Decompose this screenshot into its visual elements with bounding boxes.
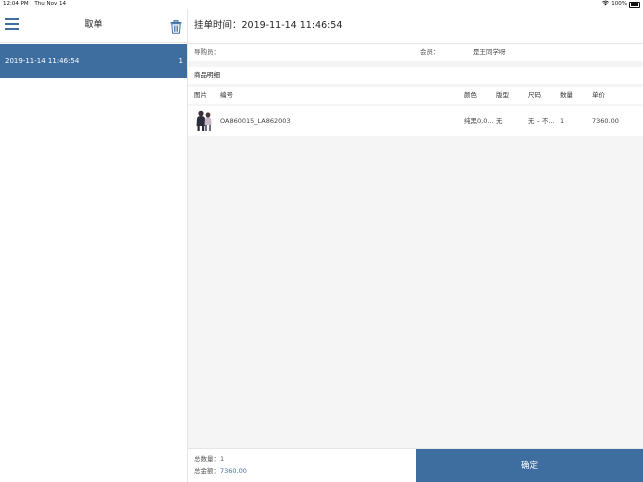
total-amount-line: 总金额：7360.00 bbox=[194, 465, 247, 477]
item-style: 无 bbox=[496, 117, 503, 125]
sidebar-header: 取单 bbox=[0, 9, 187, 43]
order-info-row: 导购员： 会员： 是王同学呀 bbox=[188, 44, 643, 61]
wifi-icon bbox=[602, 0, 610, 9]
confirm-button[interactable]: 确定 bbox=[416, 449, 643, 482]
col-color: 颜色 bbox=[464, 91, 477, 99]
total-qty-line: 总数量：1 bbox=[194, 453, 247, 465]
pending-time-title: 挂单时间：2019-11-14 11:46:54 bbox=[194, 20, 343, 31]
product-thumbnail bbox=[194, 110, 214, 132]
trash-icon[interactable] bbox=[170, 19, 182, 34]
order-item-count: 1 bbox=[178, 57, 183, 65]
col-qty: 数量 bbox=[560, 91, 573, 99]
pending-order-item[interactable]: 2019-11-14 11:46:54 1 bbox=[0, 44, 187, 78]
col-price: 单价 bbox=[592, 91, 605, 99]
col-style: 版型 bbox=[496, 91, 509, 99]
item-color: 纯黑0,0... bbox=[464, 117, 494, 125]
pending-orders-sidebar: 取单 2019-11-14 11:46:54 1 bbox=[0, 9, 188, 482]
col-image: 图片 bbox=[194, 91, 207, 99]
item-price: 7360.00 bbox=[592, 117, 619, 125]
item-qty: 1 bbox=[560, 117, 565, 125]
section-title-text: 商品明细 bbox=[194, 71, 220, 79]
status-bar: 12:04 PM Thu Nov 14 100% bbox=[0, 0, 643, 9]
status-bar-left: 12:04 PM Thu Nov 14 bbox=[3, 0, 70, 9]
status-date: Thu Nov 14 bbox=[34, 1, 66, 7]
detail-header: 挂单时间：2019-11-14 11:46:54 bbox=[188, 9, 643, 44]
app-root: 12:04 PM Thu Nov 14 100% 取单 2019-11-14 1… bbox=[0, 0, 643, 482]
battery-icon bbox=[629, 1, 640, 8]
member-label: 会员： bbox=[420, 48, 440, 56]
total-qty-label: 总数量： bbox=[194, 455, 220, 463]
order-footer: 总数量：1 总金额：7360.00 确定 bbox=[188, 448, 643, 482]
status-time: 12:04 PM bbox=[3, 1, 29, 7]
battery-percentage: 100% bbox=[611, 1, 627, 7]
col-code: 编号 bbox=[220, 91, 233, 99]
item-code: OA860015_LA862003 bbox=[220, 117, 291, 125]
guide-label: 导购员： bbox=[194, 48, 220, 56]
table-row[interactable]: OA860015_LA862003 纯黑0,0... 无 无 – 不... 1 … bbox=[188, 106, 643, 136]
item-size: 无 – 不... bbox=[528, 117, 555, 125]
total-amount-value: 7360.00 bbox=[220, 467, 247, 475]
total-amount-label: 总金额： bbox=[194, 467, 220, 475]
order-totals: 总数量：1 总金额：7360.00 bbox=[194, 453, 247, 477]
total-qty-value: 1 bbox=[220, 455, 225, 463]
product-table-header: 图片 编号 颜色 版型 尺码 数量 单价 bbox=[188, 87, 643, 104]
sidebar-title: 取单 bbox=[84, 20, 103, 30]
member-value: 是王同学呀 bbox=[473, 48, 506, 56]
col-size: 尺码 bbox=[528, 91, 541, 99]
order-time: 2019-11-14 11:46:54 bbox=[5, 57, 80, 65]
status-bar-right: 100% bbox=[602, 0, 640, 9]
product-details-heading: 商品明细 bbox=[188, 67, 643, 84]
order-detail-panel: 挂单时间：2019-11-14 11:46:54 导购员： 会员： 是王同学呀 … bbox=[188, 9, 643, 448]
